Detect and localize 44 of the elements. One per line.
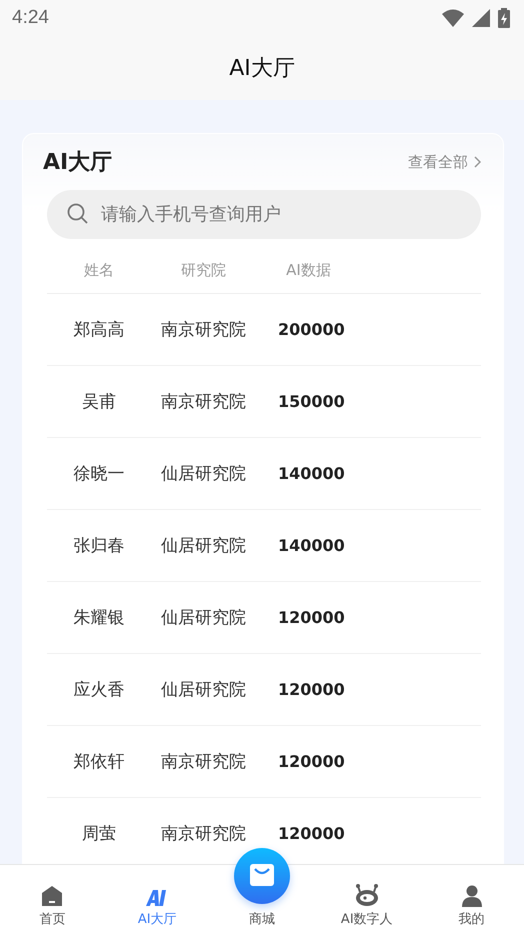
name-cell-text: 郑依轩: [72, 751, 126, 773]
column-header: 姓名: [83, 260, 115, 280]
signal-icon: [472, 9, 490, 27]
home-icon: [41, 885, 64, 907]
ai-data-cell-text: 120000: [277, 608, 346, 627]
tab-item[interactable]: 我的: [419, 865, 524, 932]
ai-data-cell-text: 120000: [277, 680, 346, 699]
wifi-icon: [442, 9, 464, 27]
institute-cell-text: 南京研究院: [160, 319, 247, 341]
institute-cell-text: 仙居研究院: [160, 607, 247, 629]
ai-data-cell-text: 200000: [277, 320, 346, 339]
battery-icon: [498, 8, 510, 28]
chevron-right-icon: [474, 156, 481, 168]
robot-icon: [354, 883, 380, 907]
ai-data-cell-text: 120000: [277, 752, 346, 771]
institute-cell-text: 南京研究院: [160, 391, 247, 413]
search-icon: [67, 203, 89, 225]
ai-data-cell-text: 150000: [277, 392, 346, 411]
name-cell-text: 吴甫: [81, 391, 117, 413]
institute-cell-text: 南京研究院: [160, 823, 247, 845]
tab-item[interactable]: 首页: [0, 865, 105, 932]
ai-data-cell-text: 140000: [277, 536, 346, 555]
institute-cell-text: 仙居研究院: [160, 463, 247, 485]
name-cell-text: 张归春: [72, 535, 126, 557]
tab-item[interactable]: 商城: [210, 848, 314, 932]
name-cell-text: 郑高高: [72, 319, 126, 341]
name-cell-text: 朱耀银: [72, 607, 126, 629]
tab-item[interactable]: AI大厅: [104, 865, 210, 932]
name-cell-text: 周萤: [81, 823, 117, 845]
page-title: AI大厅: [229, 55, 295, 83]
name-cell-text: 应火香: [72, 679, 126, 701]
name-cell-text: 徐晓一: [72, 463, 126, 485]
institute-cell-text: 仙居研究院: [160, 679, 247, 701]
ai-data-cell-text: 140000: [277, 464, 346, 483]
status-time: 4:24: [12, 7, 49, 29]
search-field[interactable]: 请输入手机号查询用户: [47, 190, 481, 239]
card-title: AI大厅: [43, 149, 112, 177]
column-header: 研究院: [180, 260, 227, 280]
ai-data-cell-text: 120000: [277, 824, 346, 843]
person-icon: [462, 885, 482, 907]
institute-cell-text: 仙居研究院: [160, 535, 247, 557]
tab-item[interactable]: AI数字人: [314, 865, 420, 932]
institute-cell-text: 南京研究院: [160, 751, 247, 773]
column-header: AI数据: [285, 260, 332, 280]
